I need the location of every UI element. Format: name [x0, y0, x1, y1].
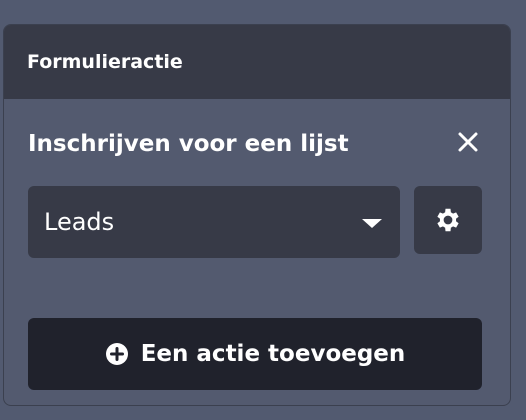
- gear-icon: [437, 208, 459, 232]
- panel-header: Formulieractie: [4, 25, 510, 99]
- form-action-panel: Formulieractie Inschrijven voor een lijs…: [3, 24, 511, 406]
- panel-title: Formulieractie: [27, 51, 183, 73]
- list-select[interactable]: Leads: [28, 186, 400, 258]
- list-select-value: Leads: [44, 208, 115, 236]
- action-title: Inschrijven voor een lijst: [28, 131, 349, 157]
- plus-circle-icon: [105, 343, 128, 365]
- caret-down-icon: [362, 219, 382, 228]
- settings-button[interactable]: [414, 186, 482, 254]
- close-icon: [458, 132, 478, 152]
- close-button[interactable]: [456, 130, 480, 154]
- add-action-label: Een actie toevoegen: [140, 341, 406, 367]
- add-action-button[interactable]: Een actie toevoegen: [28, 318, 482, 390]
